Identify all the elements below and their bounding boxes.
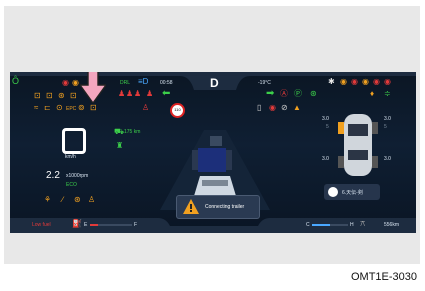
bottom-bezel — [10, 218, 416, 233]
speed-unit: km/h — [65, 154, 76, 160]
engine-check-icon: ⊡ — [70, 91, 77, 100]
steering-icon: ⊛ — [58, 91, 65, 100]
speed-limit-value: 110 — [174, 107, 181, 112]
highlight-arrow-icon — [80, 72, 106, 103]
tpms-warning-icon: ◉ — [362, 77, 369, 86]
glow-plug-icon: ⊙ — [56, 103, 63, 112]
auto-hold-icon: Ⓐ — [280, 89, 288, 98]
warning-triangle-icon — [183, 199, 199, 214]
battery-warning-icon: ◉ — [384, 77, 391, 86]
tyre-front-right-temp: 5 — [384, 124, 387, 130]
tyre-front-right-pressure: 3.0 — [384, 116, 391, 122]
door-open-icon: ▯ — [257, 103, 262, 112]
range-value: 556km — [384, 222, 400, 228]
trailer-icon: ⊡ — [90, 103, 97, 112]
abs-icon: ⊡ — [34, 91, 41, 100]
high-beam-icon: ≑ — [384, 89, 391, 98]
brake-hold-icon: ◉ — [269, 103, 276, 112]
temp-gauge-fill — [312, 224, 330, 226]
clock-time: 00:58 — [160, 80, 173, 86]
speed-box — [62, 128, 86, 154]
tyre-front-left-temp: 5 — [326, 124, 329, 130]
trailer-warning-popup: Connecting trailer — [176, 195, 260, 219]
thermometer-icon: ⚻ — [360, 219, 366, 228]
tyre-rear-right-pressure: 3.0 — [384, 156, 391, 162]
oil-warning-icon: ◉ — [351, 77, 358, 86]
low-beam-icon: ♦ — [370, 89, 375, 98]
fuel-gauge-bar — [90, 224, 132, 226]
drive-mode: ECO — [66, 182, 77, 188]
fog-light-icon: ✱ — [328, 77, 335, 86]
speed-limit-sign: 110 — [170, 103, 185, 118]
epc-indicator: EPC — [66, 106, 77, 112]
parking-icon: Ⓟ — [294, 89, 302, 98]
temp-gauge-bar — [312, 224, 348, 226]
rpm-unit: x1000rpm — [66, 173, 89, 179]
fuel-gauge-fill — [90, 224, 99, 226]
lead-vehicle — [210, 136, 222, 146]
airbag-warning-icon: ◉ — [373, 77, 380, 86]
low-fuel-label: Low fuel — [32, 222, 51, 228]
warning-triangle-icon: ▲ — [293, 103, 301, 112]
right-turn-arrow-icon: ➡ — [266, 88, 275, 99]
seatbelt-icon-4: ♟ — [146, 89, 154, 98]
drive-assist-icon: ⊛ — [74, 195, 81, 204]
check-engine-icon: ⊏ — [44, 103, 51, 112]
person-warning-icon: ♙ — [142, 103, 150, 112]
traction-icon: ⊡ — [46, 91, 53, 100]
instrument-cluster-display: Ȏ ◉ ◉ DRL ≡D 00:58 D -19°C ✱ ◉ ◉ ◉ ◉ ◉ ⊡… — [10, 72, 416, 233]
gear-indicator: D — [210, 76, 219, 90]
drl-indicator: DRL — [120, 80, 131, 86]
seatbelt-icon-1: ♟ — [118, 89, 126, 98]
media-widget[interactable]: 6.天伝-剣 — [324, 184, 380, 200]
temp-cold-label: C — [306, 222, 310, 228]
lane-assist-icon: ⛟ — [114, 127, 125, 136]
trailer-body — [198, 148, 226, 172]
trailer-side-right — [226, 150, 232, 170]
tyre-rear-left-pressure: 3.0 — [322, 156, 329, 162]
seatbelt-icon-3: ♟ — [134, 89, 142, 98]
service-icon: ⊚ — [78, 103, 85, 112]
trailer-side-left — [192, 150, 198, 170]
outside-temperature: -19°C — [258, 80, 271, 86]
coolant-icon: ≈ — [34, 103, 39, 112]
fuel-empty-label: E — [84, 222, 88, 228]
turn-signal-icon: Ȏ — [12, 76, 20, 86]
eco-icon: ⊛ — [310, 89, 317, 98]
media-track: 6.天伝-剣 — [342, 190, 363, 196]
speed-assist-icon: ∕ — [62, 195, 64, 204]
rpm-value: 2.2 — [46, 170, 60, 181]
fuel-full-label: F — [134, 222, 138, 228]
temp-hot-label: H — [350, 222, 354, 228]
tyre-car-topview — [338, 114, 378, 176]
play-icon[interactable] — [328, 187, 338, 197]
seatbelt-icon-2: ♟ — [126, 89, 134, 98]
fuel-pump-icon: ⛽ — [72, 219, 82, 228]
esp-warning-icon: ◉ — [72, 78, 79, 87]
lane-departure-icon: ⚘ — [44, 195, 52, 204]
warning-message: Connecting trailer — [205, 204, 245, 210]
brake-warning-icon: ◉ — [62, 78, 69, 87]
figure-caption: OMT1E-3030 — [350, 271, 417, 283]
lane-keep-icon: ⊘ — [281, 103, 288, 112]
engine-warning-icon: ◉ — [340, 77, 347, 86]
left-turn-arrow-icon: ⬅ — [162, 88, 171, 99]
tyre-front-left-pressure: 3.0 — [322, 116, 329, 122]
car-follow-icon: ♜ — [116, 141, 124, 150]
headlight-icon: ≡D — [138, 77, 149, 86]
pedestrian-icon: ♙ — [88, 195, 96, 204]
lane-assist-label: 175 km — [124, 129, 141, 135]
